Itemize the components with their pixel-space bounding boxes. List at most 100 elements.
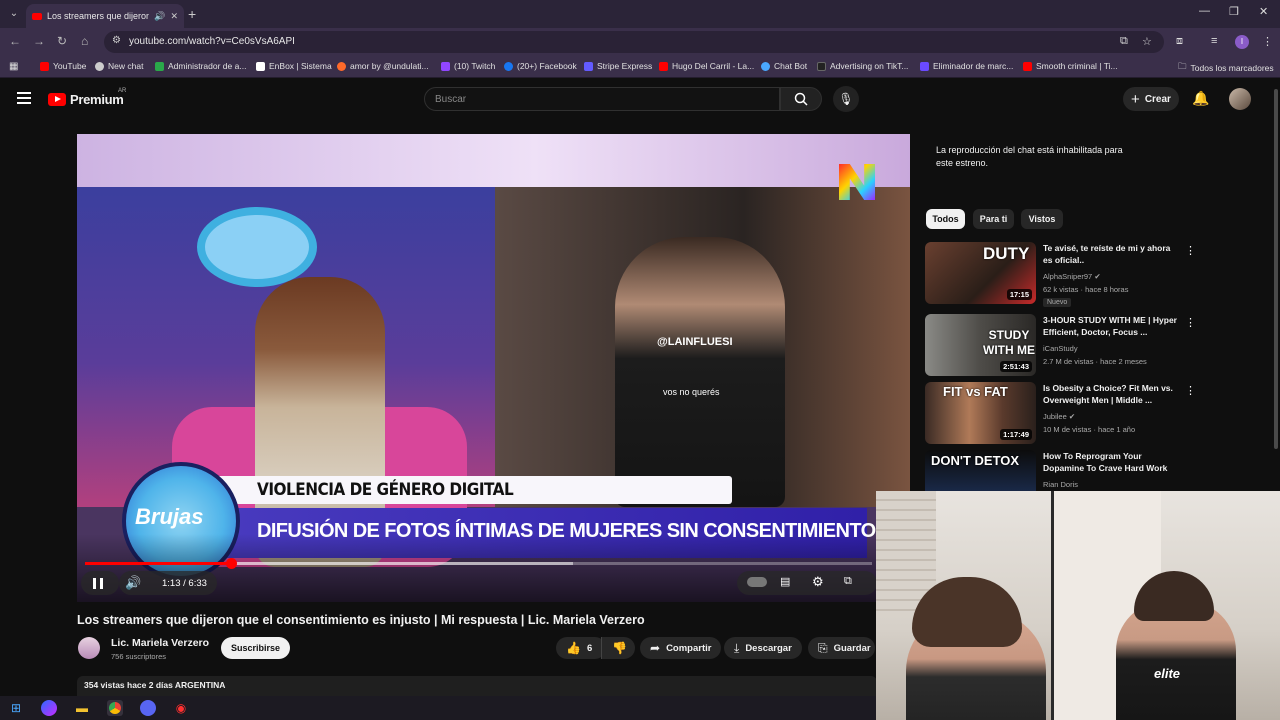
share-button[interactable]: ➦ Compartir	[640, 637, 722, 659]
dislike-button[interactable]: 👎	[601, 637, 635, 659]
chip-vistos[interactable]: Vistos	[1021, 209, 1063, 229]
scrollbar-thumb[interactable]	[1274, 89, 1278, 449]
recommendation-channel: Jubilee ✔	[1043, 412, 1075, 421]
recommendation-thumbnail[interactable]: STUDY WITH ME 2:51:43	[925, 314, 1036, 376]
bookmark-item[interactable]: Advertising on TikT...	[817, 61, 908, 71]
channel-label: Jubilee	[1043, 412, 1067, 421]
media-control-icon[interactable]: ≡	[1211, 35, 1217, 47]
user-avatar[interactable]	[1229, 88, 1251, 110]
bookmark-item[interactable]: YouTube	[40, 61, 86, 71]
home-icon[interactable]: ⌂	[81, 34, 88, 48]
bookmarks-bar: ▦ YouTube New chat Administrador de a...…	[0, 56, 1280, 78]
extensions-icon[interactable]: ⧈	[1176, 35, 1183, 48]
miniplayer-icon[interactable]: ⧉	[844, 575, 852, 588]
chat-icon	[95, 61, 104, 71]
chip-para-ti[interactable]: Para ti	[973, 209, 1014, 229]
tab-audio-icon[interactable]: 🔊	[154, 11, 165, 22]
youtube-header: Premium AR Buscar 🎙 + Crear 🔔	[0, 79, 1280, 121]
bookmark-star-icon[interactable]: ☆	[1142, 35, 1152, 48]
browser-menu-icon[interactable]: ⋮	[1262, 35, 1273, 48]
file-explorer-icon[interactable]: ▬	[74, 700, 90, 716]
recommendation-item[interactable]: STUDY WITH ME 2:51:43 3-HOUR STUDY WITH …	[925, 314, 1196, 376]
more-options-icon[interactable]: ⋮	[1185, 316, 1196, 329]
profile-avatar[interactable]: I	[1235, 35, 1249, 49]
bookmark-item[interactable]: Chat Bot	[761, 61, 807, 71]
bookmark-item[interactable]: Stripe Express	[584, 61, 652, 71]
menu-icon[interactable]	[17, 92, 31, 104]
search-input[interactable]: Buscar	[424, 87, 780, 111]
reload-icon[interactable]: ↻	[57, 34, 67, 48]
bookmark-item[interactable]: New chat	[95, 61, 143, 71]
youtube-play-icon	[48, 93, 66, 106]
browser-tab-active[interactable]: Los streamers que dijeron q 🔊 ✕	[26, 4, 184, 28]
windows-start-icon[interactable]: ⊞	[8, 700, 24, 716]
recommendation-item[interactable]: DON'T DETOX How To Reprogram Your Dopami…	[925, 450, 1187, 492]
recommendation-channel: iCanStudy	[1043, 344, 1078, 353]
bookmark-item[interactable]: (20+) Facebook	[504, 61, 577, 71]
share-label: Compartir	[666, 642, 712, 654]
autoplay-toggle[interactable]	[747, 577, 767, 587]
restore-icon[interactable]: ❐	[1229, 5, 1239, 18]
chip-todos[interactable]: Todos	[926, 209, 965, 229]
subtitles-icon[interactable]: ▤	[780, 575, 790, 588]
video-progress-bar[interactable]	[85, 558, 872, 569]
voice-search-button[interactable]: 🎙	[833, 86, 859, 112]
search-placeholder: Buscar	[435, 94, 467, 105]
recommendation-thumbnail[interactable]: FIT vs FAT 1:17:49	[925, 382, 1036, 444]
apps-icon[interactable]: ▦	[9, 61, 18, 72]
cast-icon[interactable]: ⧉	[1120, 35, 1128, 48]
channel-name[interactable]: Lic. Mariela Verzero	[111, 637, 209, 649]
all-bookmarks[interactable]: 🗀 Todos los marcadores	[1178, 61, 1274, 75]
recommendation-thumbnail[interactable]: DUTY 17:15	[925, 242, 1036, 304]
close-window-icon[interactable]: ✕	[1259, 5, 1268, 18]
settings-gear-icon[interactable]: ⚙	[812, 574, 824, 590]
more-options-icon[interactable]: ⋮	[1185, 244, 1196, 257]
more-options-icon[interactable]: ⋮	[1185, 384, 1196, 397]
bookmark-item[interactable]: Eliminador de marc...	[920, 61, 1013, 71]
save-button[interactable]: ⎘ Guardar	[808, 637, 875, 659]
address-bar[interactable]: ⚙ youtube.com/watch?v=Ce0sVsA6API	[104, 31, 1164, 53]
page-scrollbar[interactable]	[1272, 79, 1280, 491]
bookmark-item[interactable]: EnBox | Sistema	[256, 61, 332, 71]
recommendation-channel: AlphaSniper97 ✔	[1043, 272, 1101, 281]
channel-avatar[interactable]	[78, 637, 100, 659]
obs-recorder-icon[interactable]: ◉	[173, 700, 189, 716]
back-icon[interactable]: ←	[9, 34, 21, 48]
browser-tabstrip: ⌄ Los streamers que dijeron q 🔊 ✕ + — ❐ …	[0, 0, 1280, 28]
bookmark-item[interactable]: Smooth criminal | Ti...	[1023, 61, 1118, 71]
tab-search-icon[interactable]: ⌄	[6, 6, 22, 22]
youtube-icon	[1023, 61, 1032, 71]
save-label: Guardar	[833, 642, 871, 654]
download-button[interactable]: ⤓ Descargar	[724, 637, 802, 659]
tab-close-icon[interactable]: ✕	[170, 11, 178, 22]
bookmark-item[interactable]: Administrador de a...	[155, 61, 246, 71]
recommendation-item[interactable]: DUTY 17:15 Te avisé, te reíste de mi y a…	[925, 242, 1196, 307]
youtube-logo[interactable]: Premium AR	[48, 88, 126, 107]
pause-icon[interactable]	[93, 578, 103, 589]
search-button[interactable]	[780, 87, 822, 111]
new-tab-button[interactable]: +	[188, 6, 196, 22]
forward-icon[interactable]: →	[33, 34, 45, 48]
duration-badge: 1:17:49	[1000, 429, 1032, 440]
create-button[interactable]: + Crear	[1123, 87, 1179, 111]
like-button[interactable]: 👍 6	[556, 637, 606, 659]
volume-icon[interactable]: 🔊	[125, 575, 141, 591]
notifications-bell-icon[interactable]: 🔔	[1192, 90, 1209, 107]
more-options-icon[interactable]: ⋮	[1185, 452, 1187, 465]
bookmark-item[interactable]: amor by @undulati...	[337, 61, 429, 71]
subscribe-button[interactable]: Suscribirse	[221, 637, 290, 659]
site-info-icon[interactable]: ⚙	[112, 35, 121, 46]
video-left-scene	[77, 187, 495, 567]
video-player[interactable]: @LAINFLUESI vos no querés VIOLENCIA DE G…	[77, 134, 910, 602]
bookmark-item[interactable]: (10) Twitch	[441, 61, 495, 71]
bookmark-item[interactable]: Hugo Del Carril - La...	[659, 61, 754, 71]
discord-icon[interactable]	[140, 700, 156, 716]
recommendation-thumbnail[interactable]: DON'T DETOX	[925, 450, 1036, 492]
chrome-taskbar-icon[interactable]	[107, 700, 123, 716]
bookmark-label: Chat Bot	[774, 61, 808, 71]
streamer-figure	[615, 237, 785, 507]
progress-played	[85, 562, 232, 565]
copilot-icon[interactable]	[41, 700, 57, 716]
recommendation-item[interactable]: FIT vs FAT 1:17:49 Is Obesity a Choice? …	[925, 382, 1196, 444]
minimize-icon[interactable]: —	[1199, 5, 1210, 17]
